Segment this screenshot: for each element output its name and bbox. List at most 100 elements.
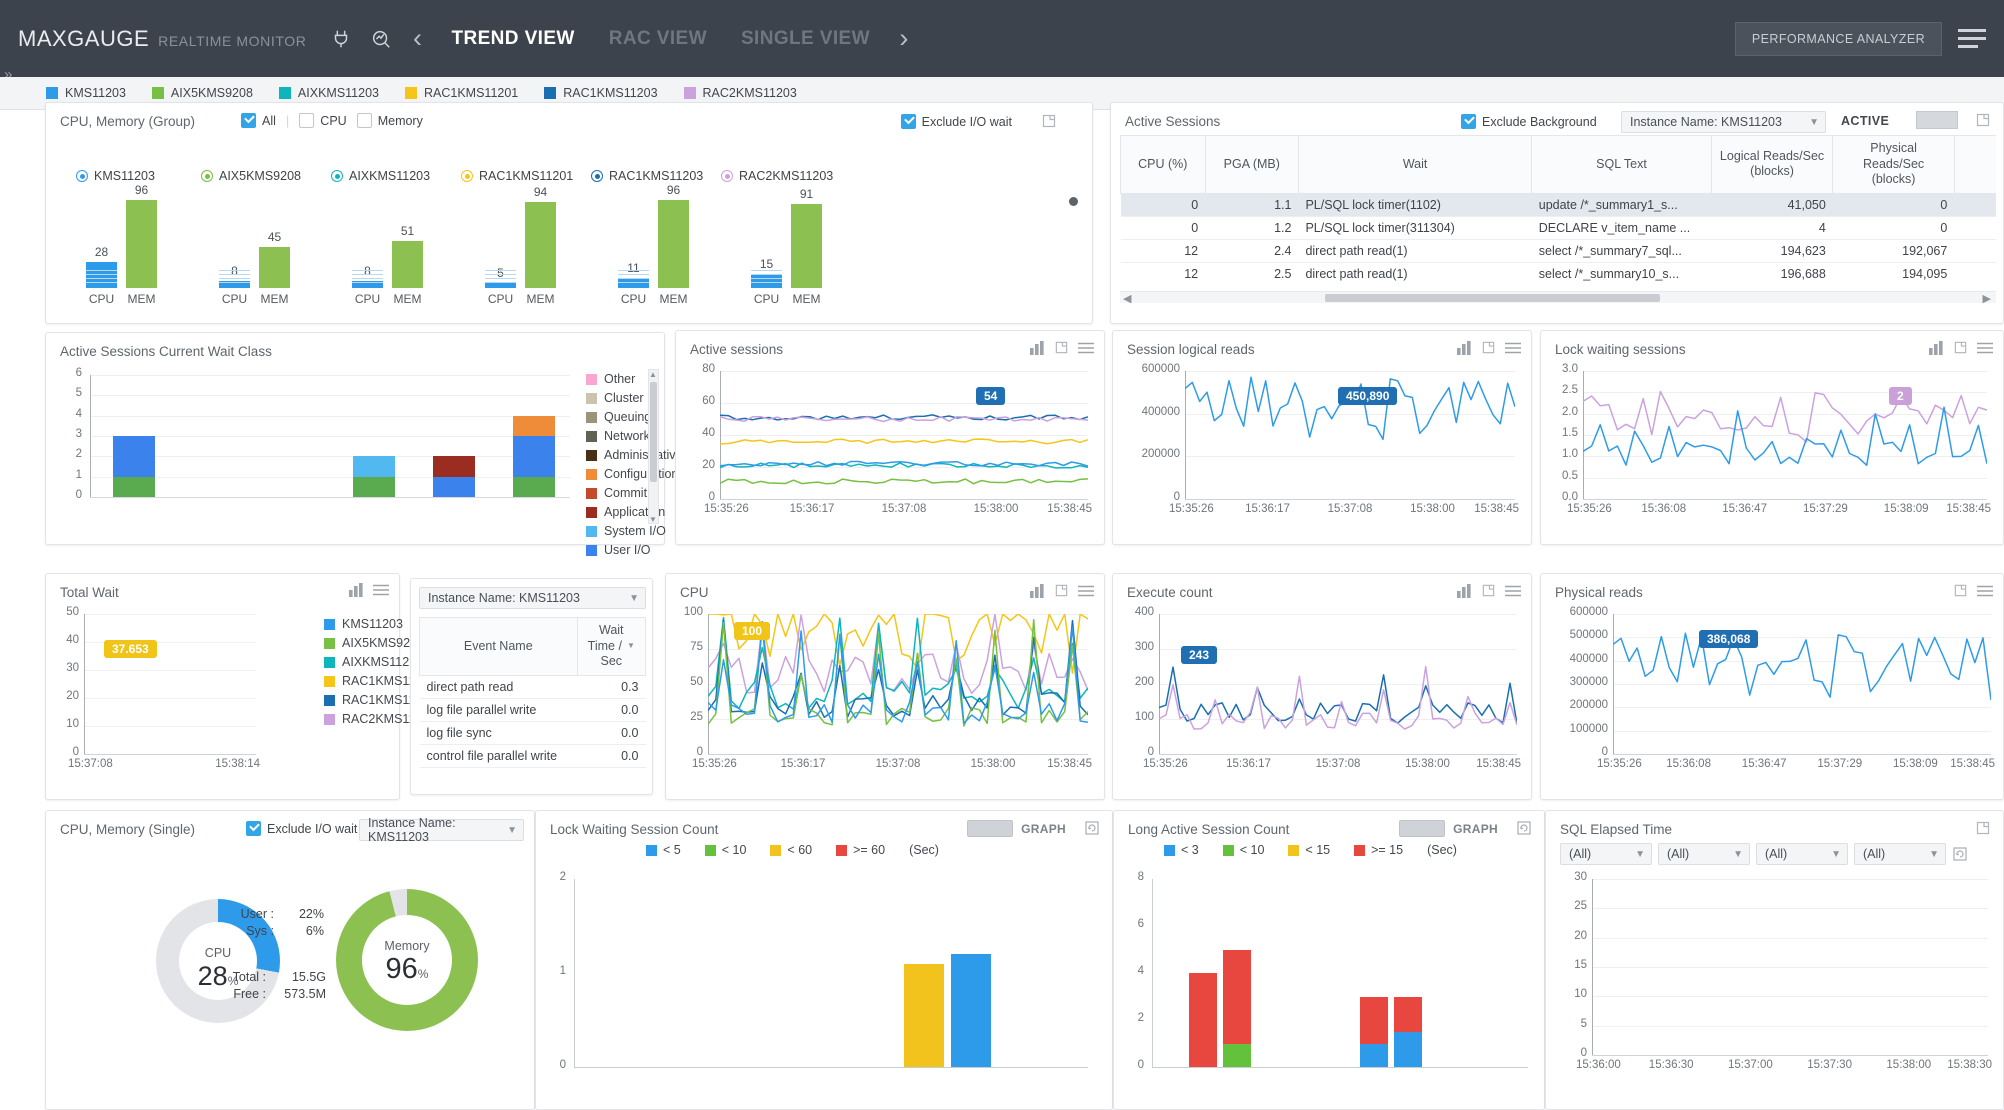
instance-name-dropdown[interactable]: Instance Name: KMS11203 ▼ <box>1621 111 1826 133</box>
instance-radio-aix5kms9208[interactable]: AIX5KMS9208 <box>201 169 331 183</box>
wait-event-table[interactable]: Event Name Wait Time / ▼ Sec direct path read… <box>419 617 647 768</box>
x-axis-tick: 15:38:45 <box>1047 503 1092 515</box>
active-sessions-table[interactable]: CPU (%) PGA (MB) Wait SQL Text Logical Reads… <box>1120 135 1996 285</box>
column-header[interactable]: CPU (%) <box>1120 135 1206 194</box>
sql-filter-4-dropdown[interactable]: (All) ▼ <box>1854 843 1946 865</box>
popout-icon[interactable] <box>1054 583 1069 598</box>
scroll-left-button[interactable]: ◀ <box>1123 292 1131 305</box>
instance-radio-rac2kms11203[interactable]: RAC2KMS11203 <box>721 169 851 183</box>
legend-swatch <box>586 525 597 537</box>
menu-icon[interactable] <box>1078 585 1094 597</box>
table-row[interactable]: 0 1.1 PL/SQL lock timer(1102) update /*_sum… <box>1120 193 1996 217</box>
dropdown-value: (All) <box>1863 847 1886 861</box>
bar-chart-icon[interactable] <box>1457 340 1472 355</box>
sql-filter-3-dropdown[interactable]: (All) ▼ <box>1756 843 1848 865</box>
scroll-up-icon[interactable]: ▲ <box>649 370 657 379</box>
column-header[interactable]: Wait <box>1297 135 1533 194</box>
popout-icon[interactable] <box>1953 340 1968 355</box>
table-row[interactable]: direct path read 0.3 <box>419 675 646 699</box>
bar-axis-label: CPU <box>753 292 780 306</box>
y-axis-tick: 5 <box>1580 1017 1587 1030</box>
refresh-icon[interactable] <box>1084 820 1100 836</box>
menu-icon[interactable] <box>1505 585 1521 597</box>
legend-swatch <box>324 637 335 649</box>
analyze-icon[interactable] <box>368 26 394 52</box>
bar-chart-icon[interactable] <box>1457 583 1472 598</box>
table-row[interactable]: 12 2.5 direct path read(1) select /*_summar… <box>1120 262 1996 285</box>
horizontal-scrollbar[interactable] <box>1120 291 1996 303</box>
y-axis-tick: 25 <box>690 711 703 723</box>
nav-prev-button[interactable]: ‹ <box>400 23 434 54</box>
table-row[interactable]: log file sync 0.0 <box>419 721 646 745</box>
y-axis-tick: 2 <box>75 448 82 461</box>
bar-chart-icon[interactable] <box>1030 340 1045 355</box>
popout-icon[interactable] <box>1481 340 1496 355</box>
exclude-io-wait-checkbox[interactable]: Exclude I/O wait <box>246 821 357 836</box>
popout-icon[interactable] <box>1481 583 1496 598</box>
refresh-icon[interactable] <box>1952 846 1968 862</box>
table-cell-extra <box>1954 216 1996 240</box>
scroll-right-button[interactable]: ▶ <box>1983 292 1991 305</box>
filter-memory-checkbox[interactable]: Memory <box>356 113 423 128</box>
y-axis-line <box>1152 879 1153 1067</box>
column-header[interactable]: SQL Text <box>1531 135 1712 194</box>
filter-all-checkbox[interactable]: All <box>241 113 276 128</box>
instance-radio-kms11203[interactable]: KMS11203 <box>76 169 201 183</box>
sql-filter-1-dropdown[interactable]: (All) ▼ <box>1560 843 1652 865</box>
column-header[interactable]: Event Name <box>419 617 578 676</box>
exclude-background-checkbox[interactable]: Exclude Background <box>1461 114 1597 129</box>
popout-icon[interactable] <box>1975 112 1991 128</box>
column-header[interactable]: PGA (MB) <box>1204 135 1299 194</box>
instance-radio-rac1kms11203[interactable]: RAC1KMS11203 <box>591 169 721 183</box>
performance-analyzer-button[interactable]: PERFORMANCE ANALYZER <box>1734 21 1942 56</box>
chevron-down-icon: ▼ <box>507 824 517 836</box>
popout-icon[interactable] <box>1953 583 1968 598</box>
y-axis-tick: 300 <box>1134 641 1154 653</box>
bar-chart-icon[interactable] <box>1030 583 1045 598</box>
lock-waiting-sessions-chart: 3.0 2.5 2.0 1.5 1.0 0.5 0.0 15:35:26 15:36:08 15:… <box>1551 363 1999 537</box>
popout-icon[interactable] <box>1054 340 1069 355</box>
filter-cpu-checkbox[interactable]: CPU <box>299 113 347 128</box>
column-header-sortable[interactable]: Wait Time / ▼ Sec <box>576 617 647 676</box>
table-cell-sql: select /*_summary7_sql... <box>1531 239 1712 263</box>
menu-icon[interactable] <box>1977 342 1993 354</box>
menu-icon[interactable] <box>1078 342 1094 354</box>
refresh-icon[interactable] <box>1516 820 1532 836</box>
plug-icon[interactable] <box>328 26 354 52</box>
graph-toggle[interactable]: GRAPH <box>967 820 1066 837</box>
menu-icon[interactable] <box>373 584 389 596</box>
tab-trend-view[interactable]: TREND VIEW <box>434 28 591 50</box>
table-row[interactable]: 12 2.4 direct path read(1) select /*_summar… <box>1120 239 1996 263</box>
table-row[interactable]: control file parallel write 0.0 <box>419 744 646 768</box>
table-row[interactable]: log file parallel write 0.0 <box>419 698 646 722</box>
bar-mem <box>259 246 290 288</box>
legend-label: < 10 <box>721 843 747 857</box>
sort-desc-icon[interactable]: ▼ <box>627 641 635 651</box>
column-header[interactable]: Physical Reads/Sec (blocks) <box>1832 135 1955 194</box>
popout-icon[interactable] <box>1975 820 1991 836</box>
table-row[interactable]: 0 1.2 PL/SQL lock timer(311304) DECLARE v_i… <box>1120 216 1996 240</box>
event-instance-dropdown[interactable]: Instance Name: KMS11203 ▼ <box>419 587 646 609</box>
legend-swatch <box>646 844 657 856</box>
instance-radio-aixkms11203[interactable]: AIXKMS11203 <box>331 169 461 183</box>
column-header[interactable] <box>1953 135 1996 194</box>
scroll-down-icon[interactable]: ▼ <box>649 515 657 524</box>
tab-single-view[interactable]: SINGLE VIEW <box>724 28 887 50</box>
hamburger-menu-icon[interactable] <box>1958 29 1986 48</box>
single-instance-dropdown[interactable]: Instance Name: KMS11203 ▼ <box>359 816 524 844</box>
sql-filter-2-dropdown[interactable]: (All) ▼ <box>1658 843 1750 865</box>
bar-chart-icon[interactable] <box>1929 340 1944 355</box>
column-header[interactable]: Logical Reads/Sec (blocks) <box>1710 135 1834 194</box>
tab-rac-view[interactable]: RAC VIEW <box>592 28 724 50</box>
exclude-io-wait-checkbox[interactable]: Exclude I/O wait <box>900 114 1012 129</box>
legend-scrollbar[interactable] <box>648 369 659 524</box>
dropdown-value: (All) <box>1765 847 1788 861</box>
legend-label: < 15 <box>1305 843 1331 857</box>
bar-chart-icon[interactable] <box>349 583 364 597</box>
nav-next-button[interactable]: › <box>887 23 921 54</box>
menu-icon[interactable] <box>1977 585 1993 597</box>
popout-icon[interactable] <box>1041 113 1057 129</box>
menu-icon[interactable] <box>1505 342 1521 354</box>
instance-radio-rac1kms11201[interactable]: RAC1KMS11201 <box>461 169 591 183</box>
graph-toggle[interactable]: GRAPH <box>1399 820 1498 837</box>
